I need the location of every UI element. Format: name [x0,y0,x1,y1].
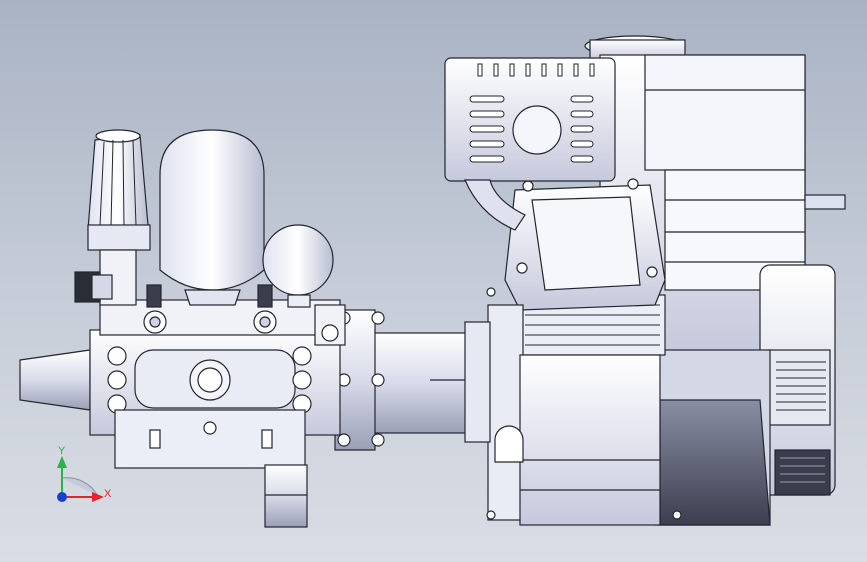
coordinate-triad: Y X [57,445,112,502]
engine-flange [487,304,524,521]
coupling-shaft [334,309,491,451]
muffler-outlet [512,105,562,155]
pump-engine-model[interactable]: Y X [0,0,867,562]
pressure-gauge [262,224,334,296]
engine [444,35,846,526]
pump [19,129,346,528]
pressure-regulator-knob [87,134,149,231]
triad-z-axis [57,492,67,502]
triad-x-label: X [104,488,112,500]
air-filter-housing [644,54,806,171]
drain-pipe [264,464,308,528]
cad-viewport[interactable]: Y X [0,0,867,562]
triad-y-label: Y [58,445,66,457]
accumulator-dome [159,129,265,291]
pump-nozzle [19,349,91,411]
